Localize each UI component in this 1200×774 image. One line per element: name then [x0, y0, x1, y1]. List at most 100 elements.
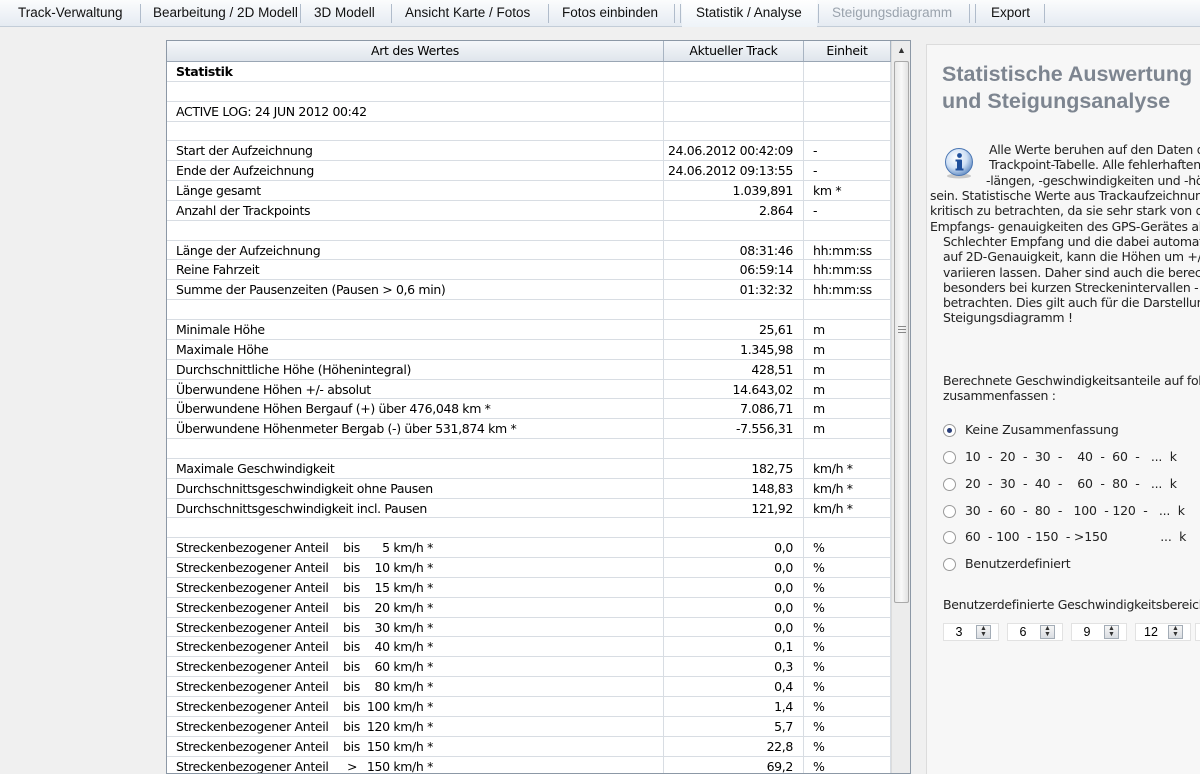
table-row[interactable]: Streckenbezogener Anteil bis 5 km/h * 0,0%	[167, 538, 891, 559]
cell-art-des-wertes[interactable]: Überwundene Höhen Bergauf (+) über 476,0…	[167, 399, 664, 419]
cell-einheit[interactable]	[804, 300, 891, 320]
cell-aktueller-track[interactable]: 5,7	[664, 716, 804, 736]
cell-art-des-wertes[interactable]: Länge der Aufzeichnung	[167, 240, 664, 260]
cell-einheit[interactable]: km/h *	[804, 498, 891, 518]
table-row[interactable]: Streckenbezogener Anteil bis 40 km/h * 0,1%	[167, 637, 891, 658]
cell-aktueller-track[interactable]: 0,3	[664, 657, 804, 677]
radio-button[interactable]	[943, 505, 956, 518]
cell-art-des-wertes[interactable]: Maximale Höhe	[167, 339, 664, 359]
cell-aktueller-track[interactable]	[664, 518, 804, 538]
table-row[interactable]: Reine Fahrzeit 06:59:14 hh:mm:ss	[167, 260, 891, 281]
cell-einheit[interactable]: m	[804, 339, 891, 359]
vertical-scrollbar[interactable]: ▲	[891, 41, 910, 773]
radio-button[interactable]	[943, 558, 956, 571]
table-row[interactable]: Länge der Aufzeichnung 08:31:46 hh:mm:ss	[167, 240, 891, 261]
cell-aktueller-track[interactable]	[664, 300, 804, 320]
cell-art-des-wertes[interactable]: Minimale Höhe	[167, 319, 664, 339]
table-row[interactable]: Streckenbezogener Anteil bis 60 km/h * 0,3%	[167, 657, 891, 678]
cell-einheit[interactable]	[804, 220, 891, 240]
cell-aktueller-track[interactable]	[664, 81, 804, 101]
speed-range-spinner-4[interactable]: 12 ▲ ▼	[1135, 623, 1191, 641]
cell-aktueller-track[interactable]	[664, 62, 804, 81]
cell-art-des-wertes[interactable]	[167, 220, 664, 240]
speed-range-spinner-5[interactable]	[1195, 623, 1200, 641]
cell-einheit[interactable]	[804, 62, 891, 81]
table-row[interactable]: Durchschnittsgeschwindigkeit incl. Pause…	[167, 498, 891, 519]
cell-einheit[interactable]: %	[804, 716, 891, 736]
cell-aktueller-track[interactable]	[664, 220, 804, 240]
cell-aktueller-track[interactable]: 06:59:14	[664, 260, 804, 280]
cell-art-des-wertes[interactable]: Streckenbezogener Anteil bis 40 km/h *	[167, 637, 664, 657]
cell-einheit[interactable]: hh:mm:ss	[804, 240, 891, 260]
cell-art-des-wertes[interactable]: Streckenbezogener Anteil bis 150 km/h *	[167, 736, 664, 756]
spinner-up-down-icon[interactable]: ▲ ▼	[1040, 625, 1055, 639]
table-row[interactable]: Streckenbezogener Anteil bis 100 km/h * 1,4…	[167, 697, 891, 717]
table-row[interactable]: Anzahl der Trackpoints 2.864-	[167, 200, 891, 221]
cell-aktueller-track[interactable]: 24.06.2012 00:42:09	[664, 141, 804, 161]
table-row[interactable]: Streckenbezogener Anteil bis 10 km/h * 0,0%	[167, 558, 891, 578]
column-header-art-des-wertes[interactable]: Art des Wertes	[167, 41, 664, 61]
spinner-value[interactable]: 6	[1008, 624, 1038, 640]
cell-aktueller-track[interactable]: 0,0	[664, 597, 804, 617]
tab-track-verwaltung[interactable]: Track-Verwaltung	[4, 0, 123, 27]
table-row[interactable]	[167, 81, 891, 102]
cell-aktueller-track[interactable]: 1,4	[664, 697, 804, 716]
cell-aktueller-track[interactable]: 01:32:32	[664, 280, 804, 300]
cell-einheit[interactable]: m	[804, 399, 891, 419]
column-header-aktueller-track[interactable]: Aktueller Track	[664, 41, 804, 61]
cell-art-des-wertes[interactable]: Streckenbezogener Anteil bis 10 km/h *	[167, 558, 664, 578]
cell-art-des-wertes[interactable]: Streckenbezogener Anteil bis 120 km/h *	[167, 716, 664, 736]
cell-art-des-wertes[interactable]: Ende der Aufzeichnung	[167, 161, 664, 181]
tab-3d-modell[interactable]: 3D Modell	[300, 0, 375, 27]
cell-art-des-wertes[interactable]: Durchschnittliche Höhe (Höhenintegral)	[167, 359, 664, 379]
cell-aktueller-track[interactable]: 0,1	[664, 637, 804, 657]
cell-art-des-wertes[interactable]	[167, 300, 664, 320]
cell-art-des-wertes[interactable]	[167, 121, 664, 141]
cell-art-des-wertes[interactable]: Reine Fahrzeit	[167, 260, 664, 280]
cell-aktueller-track[interactable]: 1.039,891	[664, 181, 804, 201]
table-row[interactable]: Streckenbezogener Anteil bis 20 km/h * 0,0%	[167, 597, 891, 618]
cell-einheit[interactable]: km/h *	[804, 478, 891, 498]
cell-aktueller-track[interactable]: 428,51	[664, 359, 804, 379]
scrollbar-thumb[interactable]	[894, 61, 909, 603]
cell-einheit[interactable]: -	[804, 141, 891, 161]
cell-aktueller-track[interactable]: 08:31:46	[664, 240, 804, 260]
table-row[interactable]: Minimale Höhe 25,61 m	[167, 319, 891, 340]
spinner-value[interactable]: 9	[1072, 624, 1102, 640]
radio-button[interactable]	[943, 451, 956, 464]
cell-aktueller-track[interactable]: 2.864	[664, 200, 804, 220]
table-row[interactable]: Durchschnittliche Höhe (Höhenintegral) 42…	[167, 359, 891, 380]
cell-art-des-wertes[interactable]: Streckenbezogener Anteil bis 5 km/h *	[167, 538, 664, 558]
table-row[interactable]: Streckenbezogener Anteil bis 150 km/h * 22,…	[167, 736, 891, 757]
cell-einheit[interactable]: %	[804, 756, 891, 773]
cell-aktueller-track[interactable]: 148,83	[664, 478, 804, 498]
spinner-up-down-icon[interactable]: ▲ ▼	[1104, 625, 1119, 639]
cell-art-des-wertes[interactable]: Streckenbezogener Anteil bis 15 km/h *	[167, 577, 664, 597]
cell-aktueller-track[interactable]: 7.086,71	[664, 399, 804, 419]
cell-aktueller-track[interactable]: 14.643,02	[664, 379, 804, 399]
cell-aktueller-track[interactable]: 0,0	[664, 577, 804, 597]
cell-art-des-wertes[interactable]: Durchschnittsgeschwindigkeit incl. Pause…	[167, 498, 664, 518]
speed-range-spinner-2[interactable]: 6 ▲ ▼	[1007, 623, 1063, 641]
tab-bearbeitung-2d-modell[interactable]: Bearbeitung / 2D Modell	[139, 0, 298, 27]
tab-export[interactable]: Export	[977, 0, 1030, 27]
scroll-up-arrow-icon[interactable]: ▲	[892, 41, 910, 59]
table-row[interactable]: Überwundene Höhen Bergauf (+) über 476,0…	[167, 399, 891, 420]
cell-aktueller-track[interactable]	[664, 439, 804, 459]
table-row[interactable]: Ende der Aufzeichnung 24.06.2012 09:13:55…	[167, 161, 891, 182]
cell-art-des-wertes[interactable]: Start der Aufzeichnung	[167, 141, 664, 161]
cell-art-des-wertes[interactable]	[167, 81, 664, 101]
table-row[interactable]	[167, 439, 891, 459]
cell-einheit[interactable]: %	[804, 538, 891, 558]
column-header-einheit[interactable]: Einheit	[804, 41, 891, 61]
cell-art-des-wertes[interactable]: Streckenbezogener Anteil bis 100 km/h *	[167, 697, 664, 716]
cell-art-des-wertes[interactable]: Streckenbezogener Anteil bis 80 km/h *	[167, 677, 664, 697]
cell-einheit[interactable]: m	[804, 419, 891, 439]
table-row[interactable]: Überwundene Höhen +/- absolut 14.643,02 m	[167, 379, 891, 400]
table-row[interactable]: Statistik	[167, 62, 891, 82]
cell-art-des-wertes[interactable]: Streckenbezogener Anteil bis 60 km/h *	[167, 657, 664, 677]
cell-einheit[interactable]	[804, 81, 891, 101]
cell-aktueller-track[interactable]	[664, 121, 804, 141]
cell-art-des-wertes[interactable]: Streckenbezogener Anteil bis 20 km/h *	[167, 597, 664, 617]
cell-einheit[interactable]	[804, 121, 891, 141]
